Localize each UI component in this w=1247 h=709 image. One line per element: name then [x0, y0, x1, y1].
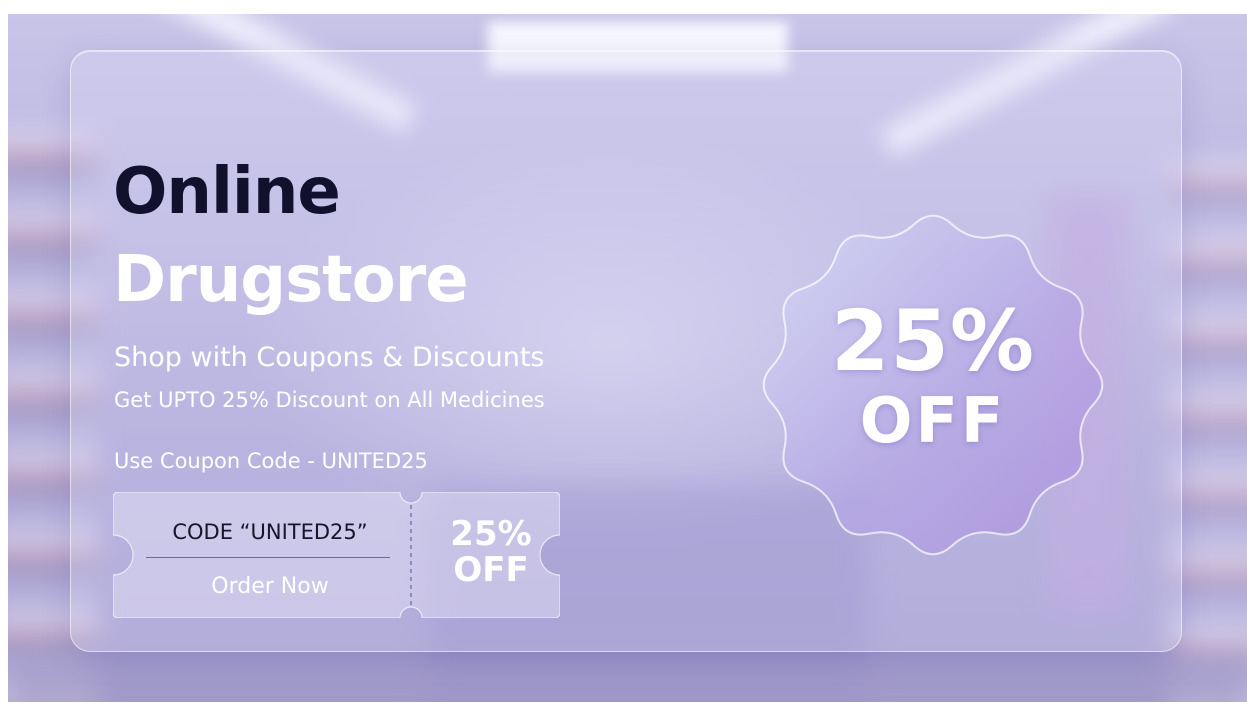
discount-detail: Get UPTO 25% Discount on All Medicines	[114, 388, 545, 412]
headline: Online Drugstore	[113, 148, 469, 324]
order-now-button[interactable]: Order Now	[135, 572, 405, 602]
coupon-code-line: Use Coupon Code - UNITED25	[114, 449, 428, 473]
headline-drugstore: Drugstore	[113, 243, 469, 317]
badge-text: 25% OFF	[748, 295, 1118, 455]
headline-online: Online	[113, 155, 341, 229]
coupon-ticket[interactable]: CODE “UNITED25” Order Now 25% OFF	[113, 492, 560, 618]
badge-off: OFF	[859, 384, 1007, 457]
ticket-discount: 25% OFF	[431, 516, 551, 588]
badge-percent: 25%	[830, 292, 1036, 390]
pharmacy-floor	[8, 654, 1247, 702]
subtitle: Shop with Coupons & Discounts	[114, 342, 545, 373]
discount-badge: 25% OFF	[748, 200, 1118, 570]
ticket-discount-off: OFF	[453, 550, 529, 590]
ticket-divider	[146, 557, 390, 558]
ticket-discount-percent: 25%	[450, 514, 532, 554]
coupon-code-label: CODE “UNITED25”	[172, 520, 368, 544]
